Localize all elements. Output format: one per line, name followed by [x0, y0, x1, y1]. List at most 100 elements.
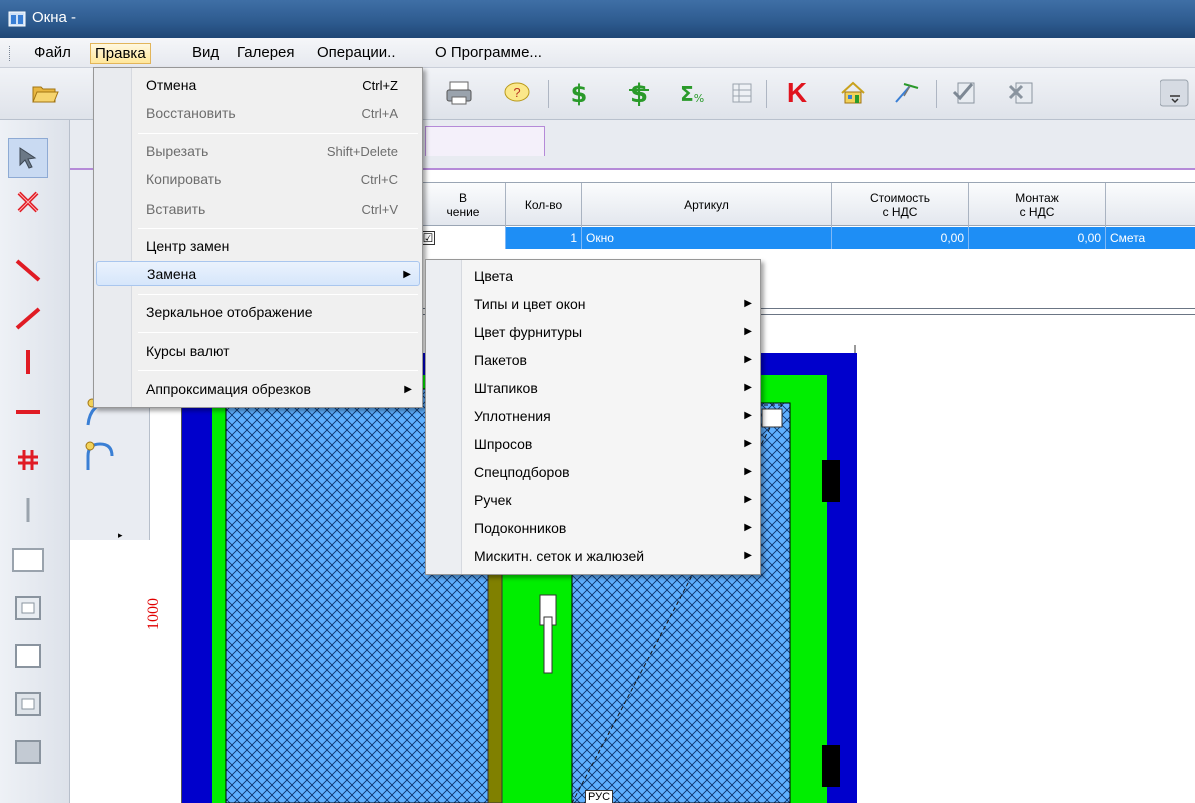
col-cost-header[interactable]: Стоимость с НДС	[831, 183, 968, 227]
menu-item-label: Спецподборов	[474, 464, 570, 480]
menu-about[interactable]: О Программе...	[431, 43, 546, 64]
delete-icon[interactable]	[1004, 76, 1038, 110]
include-cell[interactable]: ☑	[420, 227, 505, 249]
diagonal-down-tool-icon[interactable]	[8, 250, 48, 290]
menu-view[interactable]: Вид	[188, 43, 223, 64]
handle-grip	[543, 616, 553, 674]
menu-item-copy[interactable]: Копировать Ctrl+C	[96, 167, 420, 192]
vertical-impost-tool-icon[interactable]	[8, 342, 48, 382]
menu-item-shortcut: Ctrl+Z	[362, 78, 398, 93]
menu-item-label: Ручек	[474, 492, 512, 508]
panel-tool-icon[interactable]	[8, 684, 48, 724]
cross-impost-tool-icon[interactable]	[8, 440, 48, 480]
pointer-tool-icon[interactable]	[8, 138, 48, 178]
article-cell[interactable]: Окно	[581, 227, 831, 249]
menu-item-shortcut: Ctrl+A	[361, 106, 398, 121]
menu-item-mirror[interactable]: Зеркальное отображение	[96, 300, 420, 325]
submenu-arrow-icon: ▶	[744, 522, 752, 533]
menu-item-currency-rates[interactable]: Курсы валют	[96, 339, 420, 364]
submenu-item-hardware-color[interactable]: Цвет фурнитуры ▶	[428, 318, 758, 346]
cost-cell[interactable]: 0,00	[831, 227, 968, 249]
menu-item-replace[interactable]: Замена ▶	[96, 261, 420, 286]
submenu-arrow-icon: ▶	[744, 438, 752, 449]
submenu-arrow-icon: ▶	[744, 326, 752, 337]
menu-separator	[138, 370, 418, 371]
palette-expand-icon[interactable]: ▸	[118, 530, 123, 541]
currency-conversion-icon[interactable]: $	[622, 76, 656, 110]
print-icon[interactable]	[442, 76, 476, 110]
frame-tool-icon[interactable]	[8, 540, 48, 580]
submenu-item-special-selections[interactable]: Спецподборов ▶	[428, 458, 758, 486]
menu-item-paste[interactable]: Вставить Ctrl+V	[96, 197, 420, 222]
thin-line-tool-icon[interactable]	[8, 490, 48, 530]
svg-text:Σ: Σ	[680, 82, 694, 106]
submenu-arrow-icon: ▶	[744, 494, 752, 505]
sum-percent-icon[interactable]: Σ%	[674, 76, 708, 110]
submenu-arrow-icon: ▶	[404, 384, 412, 395]
col-extra-header[interactable]	[1105, 183, 1195, 227]
svg-text:$: $	[630, 79, 648, 108]
submenu-item-mosquito-nets[interactable]: Мискитн. сеток и жалюзей ▶	[428, 542, 758, 570]
menu-item-label: Замена	[147, 266, 197, 282]
menu-item-scrap-approximation[interactable]: Аппроксимация обрезков ▶	[96, 377, 420, 402]
menu-item-label: Мискитн. сеток и жалюзей	[474, 548, 645, 564]
k-icon[interactable]: K	[780, 76, 814, 110]
menu-grip[interactable]	[9, 46, 12, 61]
menu-item-label: Вставить	[146, 201, 206, 217]
submenu-item-mullions[interactable]: Шпросов ▶	[428, 430, 758, 458]
menu-item-label: Шпросов	[474, 436, 533, 452]
document-tab[interactable]	[425, 126, 545, 156]
dollar-icon[interactable]: $	[562, 76, 596, 110]
menu-item-label: Зеркальное отображение	[146, 304, 313, 320]
approve-icon[interactable]	[948, 76, 982, 110]
glass-tool-icon[interactable]	[8, 636, 48, 676]
menu-file[interactable]: Файл	[30, 43, 75, 64]
col-include-header[interactable]: В чение	[420, 183, 505, 227]
submenu-arrow-icon: ▶	[403, 269, 411, 280]
delete-tool-icon[interactable]	[8, 182, 48, 222]
col-qty-header[interactable]: Кол-во	[505, 183, 581, 227]
arch-tool-icon[interactable]	[82, 438, 116, 475]
menu-item-undo[interactable]: Отмена Ctrl+Z	[96, 73, 420, 98]
submenu-arrow-icon: ▶	[744, 550, 752, 561]
submenu-arrow-icon: ▶	[744, 298, 752, 309]
qty-cell[interactable]: 1	[505, 227, 581, 249]
tool-icon[interactable]	[890, 76, 924, 110]
table-icon[interactable]	[725, 76, 759, 110]
submenu-item-packages[interactable]: Пакетов ▶	[428, 346, 758, 374]
submenu-item-beads[interactable]: Штапиков ▶	[428, 374, 758, 402]
submenu-item-colors[interactable]: Цвета	[428, 262, 758, 290]
toolbar-overflow-icon[interactable]	[1160, 76, 1190, 110]
open-folder-icon[interactable]	[28, 76, 62, 110]
menu-edit[interactable]: Правка	[90, 43, 151, 64]
hinge-top	[822, 460, 840, 502]
col-install-header[interactable]: Монтаж с НДС	[968, 183, 1105, 227]
col-article-header[interactable]: Артикул	[581, 183, 831, 227]
menu-item-label: Вырезать	[146, 143, 209, 159]
submenu-item-window-types[interactable]: Типы и цвет окон ▶	[428, 290, 758, 318]
submenu-item-window-sills[interactable]: Подоконников ▶	[428, 514, 758, 542]
diagonal-up-tool-icon[interactable]	[8, 298, 48, 338]
menu-item-cut[interactable]: Вырезать Shift+Delete	[96, 139, 420, 164]
menu-operations[interactable]: Операции..	[313, 43, 400, 64]
submenu-item-handles[interactable]: Ручек ▶	[428, 486, 758, 514]
menu-item-label: Пакетов	[474, 352, 527, 368]
extra-cell[interactable]: Смета	[1105, 227, 1195, 249]
house-icon[interactable]	[836, 76, 870, 110]
install-cell[interactable]: 0,00	[968, 227, 1105, 249]
menu-item-label: Цвет фурнитуры	[474, 324, 583, 340]
menu-item-label: Восстановить	[146, 105, 236, 121]
menu-item-redo[interactable]: Восстановить Ctrl+A	[96, 101, 420, 126]
menu-item-label: Уплотнения	[474, 408, 551, 424]
filled-panel-tool-icon[interactable]	[8, 732, 48, 772]
include-checkbox[interactable]: ☑	[421, 231, 435, 245]
menu-item-replace-center[interactable]: Центр замен	[96, 234, 420, 259]
comment-icon[interactable]: ?	[500, 76, 534, 110]
menu-separator	[138, 228, 418, 229]
submenu-item-seals[interactable]: Уплотнения ▶	[428, 402, 758, 430]
sash-tool-icon[interactable]	[8, 588, 48, 628]
menu-gallery[interactable]: Галерея	[233, 43, 299, 64]
horizontal-impost-tool-icon[interactable]	[8, 392, 48, 432]
menu-item-label: Отмена	[146, 77, 197, 93]
menu-item-label: Штапиков	[474, 380, 538, 396]
